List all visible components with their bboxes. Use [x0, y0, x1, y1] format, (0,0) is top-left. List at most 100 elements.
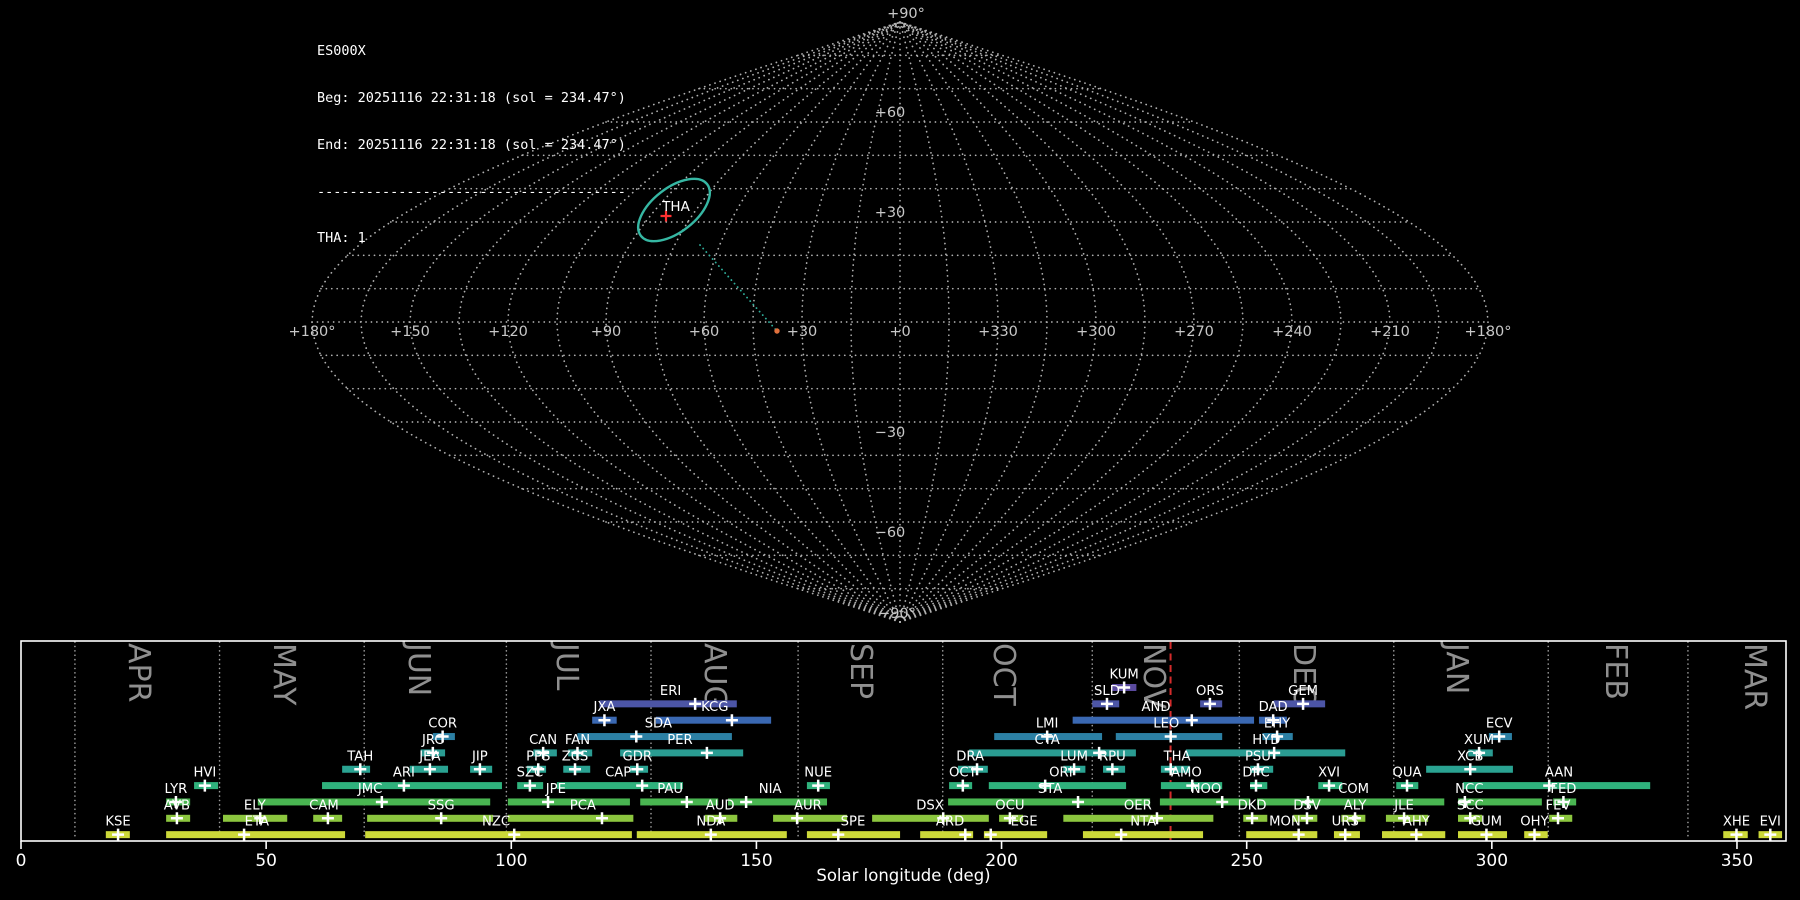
peak-marker-KUM [1118, 681, 1131, 694]
grid-meridian [899, 21, 950, 623]
shower-label-JXA: JXA [592, 700, 615, 715]
peak-marker-NUE [812, 779, 825, 792]
shower-label-TAH: TAH [346, 749, 373, 764]
shower-label-JIP: JIP [471, 749, 488, 764]
peak-marker-JXA [598, 714, 611, 727]
peak-marker-NOO [1216, 795, 1229, 808]
shower-label-AVB: AVB [164, 798, 190, 813]
shower-label-ARD: ARD [936, 815, 964, 830]
shower-label-PCA: PCA [570, 798, 596, 813]
peak-marker-ETA [238, 828, 251, 841]
shower-label-PSU: PSU [1245, 749, 1271, 764]
shower-label-XVI: XVI [1318, 766, 1340, 781]
shower-label-GDR: GDR [623, 749, 653, 764]
peak-marker-SDA [630, 730, 643, 743]
shower-label-AAN: AAN [1545, 766, 1573, 781]
shower-label-PPS: PPS [526, 749, 550, 764]
shower-label-PER: PER [667, 733, 692, 748]
shower-label-SPE: SPE [841, 815, 866, 830]
shower-label-XCB: XCB [1457, 749, 1483, 764]
end-time-line: End: 20251116 22:31:18 (sol = 234.47°) [317, 136, 626, 153]
x-axis-tick-label: 50 [255, 851, 277, 871]
peak-marker-JIP [473, 763, 486, 776]
shower-label-NZC: NZC [482, 815, 510, 830]
activity-bar-DSX [872, 814, 989, 822]
month-label-JAN: JAN [1439, 641, 1474, 694]
activity-timeline-chart: APR MAY JUN JUL AUG SEP OCT NOV DEC JAN FEB MARKUME… [16, 640, 1787, 885]
month-label-FEB: FEB [1598, 643, 1633, 700]
shower-label-ETA: ETA [245, 815, 269, 830]
activity-bar-ETA [166, 831, 346, 839]
shower-label-ORS: ORS [1196, 684, 1224, 699]
lon-tick-label: +180° [1464, 324, 1511, 340]
peak-marker-KSE [112, 828, 125, 841]
shower-label-DKD: DKD [1238, 798, 1267, 813]
shower-label-JPE: JPE [545, 782, 566, 797]
activity-bar-SSG [367, 814, 494, 822]
peak-marker-JMC [375, 795, 388, 808]
peak-marker-PER [700, 746, 713, 759]
peak-marker-LEO [1164, 730, 1177, 743]
shower-label-DSX: DSX [916, 798, 944, 813]
shower-count-line: THA: 1 [317, 230, 366, 247]
peak-marker-SZC [523, 779, 536, 792]
shower-label-LMI: LMI [1036, 717, 1059, 732]
shower-label-GUM: GUM [1471, 815, 1502, 830]
peak-marker-AHY [1410, 828, 1423, 841]
shower-label-OER: OER [1124, 798, 1152, 813]
shower-label-COM: COM [1338, 782, 1369, 797]
peak-marker-SPE [832, 828, 845, 841]
shower-label-JRC: JRC [421, 733, 444, 748]
shower-label-SLD: SLD [1094, 684, 1120, 699]
lon-tick-label: +330 [978, 324, 1018, 340]
grid-meridian [899, 21, 1146, 623]
x-axis-tick-label: 300 [1476, 851, 1508, 871]
month-label-OCT: OCT [986, 643, 1021, 707]
peak-marker-ARI [397, 779, 410, 792]
shower-label-OCT: OCT [949, 766, 978, 781]
shower-label-RPU: RPU [1099, 749, 1126, 764]
shower-label-KUM: KUM [1109, 668, 1138, 683]
month-label-SEP: SEP [843, 643, 878, 699]
shower-label-FED: FED [1550, 782, 1576, 797]
x-axis-tick-label: 100 [495, 851, 527, 871]
radiant-drift-line [699, 244, 778, 332]
shower-label-AUD: AUD [706, 798, 735, 813]
shower-label-NIA: NIA [759, 782, 782, 797]
lat-tick-label: −30 [875, 425, 906, 441]
grid-meridian [899, 21, 1489, 623]
x-axis-title: Solar longitude (deg) [816, 866, 990, 885]
peak-marker-MON [1292, 828, 1305, 841]
peak-marker-QUA [1401, 779, 1414, 792]
activity-bar-NOO [1159, 798, 1251, 806]
shower-label-AND: AND [1141, 700, 1170, 715]
shower-label-EHY: EHY [1264, 717, 1291, 732]
shower-label-ELY: ELY [244, 798, 267, 813]
lon-tick-label: +120 [488, 324, 528, 340]
shower-label-SCC: SCC [1457, 798, 1484, 813]
x-axis-tick-label: 350 [1721, 851, 1753, 871]
shower-label-ALY: ALY [1344, 798, 1368, 813]
peak-marker-OHY [1528, 828, 1541, 841]
lon-tick-label: +270 [1174, 324, 1214, 340]
drift-endpoint [774, 328, 780, 334]
lon-tick-label: +150 [390, 324, 430, 340]
shower-label-QUA: QUA [1392, 766, 1421, 781]
shower-label-OCU: OCU [995, 798, 1024, 813]
shower-label-HVI: HVI [193, 766, 216, 781]
peak-marker-AUR [791, 812, 804, 825]
x-axis-tick-label: 150 [740, 851, 772, 871]
shower-label-CAN: CAN [529, 733, 557, 748]
peak-marker-GUM [1480, 828, 1493, 841]
x-axis-tick-label: 250 [1230, 851, 1262, 871]
lat-tick-label: −90° [878, 606, 916, 622]
shower-label-CAM: CAM [309, 798, 339, 813]
shower-label-LUM: LUM [1060, 749, 1088, 764]
peak-marker-KCG [725, 714, 738, 727]
lon-tick-label: +300 [1076, 324, 1116, 340]
peak-marker-JPE [542, 795, 555, 808]
shower-label-THA: THA [1163, 749, 1191, 764]
peak-marker-URS [1339, 828, 1352, 841]
lat-tick-label: +30 [875, 205, 906, 221]
activity-bar-SPE [806, 831, 901, 839]
